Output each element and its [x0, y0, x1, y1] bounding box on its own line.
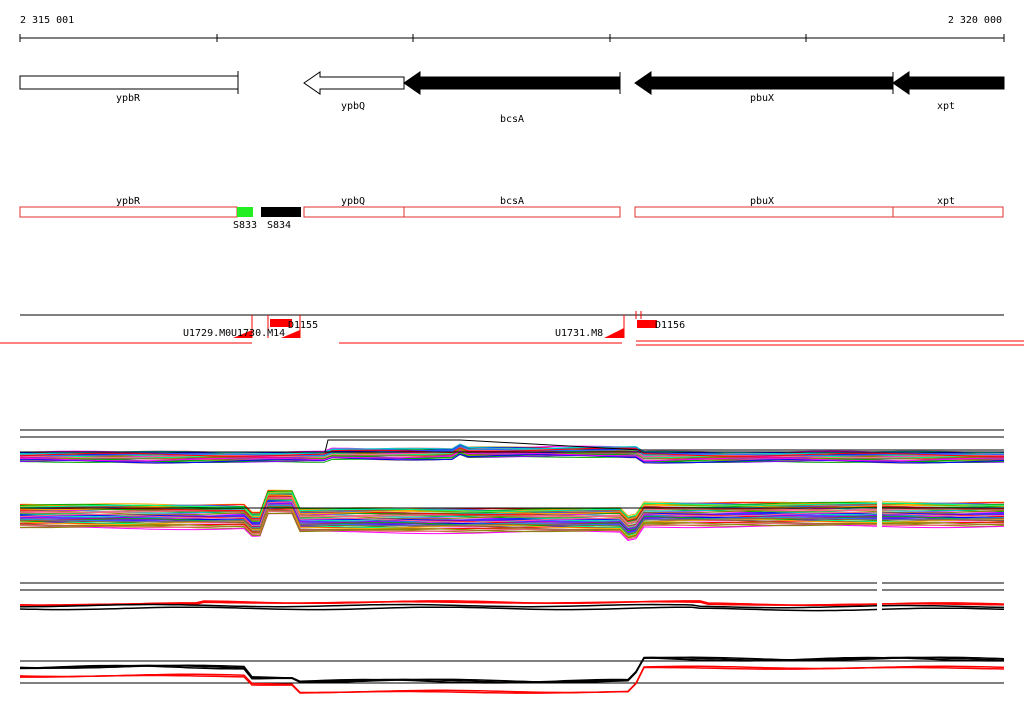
gene-ypbQ-arrow[interactable]: [303, 71, 405, 95]
expression-gap-2: [877, 578, 882, 614]
gene-bcsA-label: bcsA: [500, 114, 524, 125]
gene-pbuX-arrow[interactable]: [634, 71, 894, 95]
feature-label-D1155: D1155: [288, 320, 318, 331]
expression-track-2: [19, 489, 1005, 541]
annot-ypbQ-box[interactable]: [303, 206, 405, 218]
expr4-line-red: [19, 665, 1005, 694]
gene-pbuX-label: pbuX: [750, 93, 774, 104]
annot-xpt-label: xpt: [937, 196, 955, 207]
annot-ypbR-label: ypbR: [116, 196, 141, 207]
expression-track-1: [19, 429, 1005, 464]
gene-ypbR-arrow[interactable]: [19, 75, 239, 90]
annot-bcsA-box[interactable]: [403, 206, 621, 218]
expression-track-4: [19, 656, 1005, 694]
annotation-track: ypbR ypbQ bcsA pbuX xpt S833 S834: [19, 196, 1004, 231]
gene-ypbQ-label: ypbQ: [341, 101, 365, 112]
gene-xpt-arrow[interactable]: [892, 71, 1005, 95]
annot-xpt-box[interactable]: [892, 206, 1004, 218]
genome-browser-view: 2 315 001 2 320 000 ypbR ypbQ bcsA pbuX …: [0, 15, 1024, 694]
annot-ypbR-box[interactable]: [19, 206, 238, 218]
annot-pbuX-label: pbuX: [750, 196, 774, 207]
feature-D1156[interactable]: [637, 320, 657, 328]
expression-track-3: [19, 582, 1005, 612]
annot-ypbQ-label: ypbQ: [341, 196, 365, 207]
annot-bcsA-label: bcsA: [500, 196, 524, 207]
feature-peak-U1731[interactable]: [604, 328, 624, 338]
feature-label-U1731: U1731.M8: [555, 328, 603, 339]
expr3-line-black: [19, 606, 1005, 612]
gene-ypbR-label: ypbR: [116, 93, 141, 104]
segment-S833-label: S833: [233, 220, 257, 231]
coordinate-ruler: 2 315 001 2 320 000: [19, 15, 1005, 42]
feature-label-U1730: U1730.M14: [231, 328, 285, 339]
gene-track: ypbR ypbQ bcsA pbuX xpt: [19, 71, 1005, 125]
gene-bcsA-arrow[interactable]: [403, 71, 621, 95]
annot-pbuX-box[interactable]: [634, 206, 894, 218]
features-track: U1729.M0 U1730.M14 D1155 U1731.M8 D1156: [0, 311, 1024, 346]
feature-label-D1156: D1156: [655, 320, 685, 331]
ruler-start-label: 2 315 001: [20, 15, 74, 26]
feature-label-U1729: U1729.M0: [183, 328, 231, 339]
gene-xpt-label: xpt: [937, 101, 955, 112]
segment-S834[interactable]: [261, 207, 301, 217]
segment-S833[interactable]: [237, 207, 253, 217]
ruler-end-label: 2 320 000: [948, 15, 1002, 26]
segment-S834-label: S834: [267, 220, 291, 231]
expression-gap-1: [877, 485, 882, 540]
